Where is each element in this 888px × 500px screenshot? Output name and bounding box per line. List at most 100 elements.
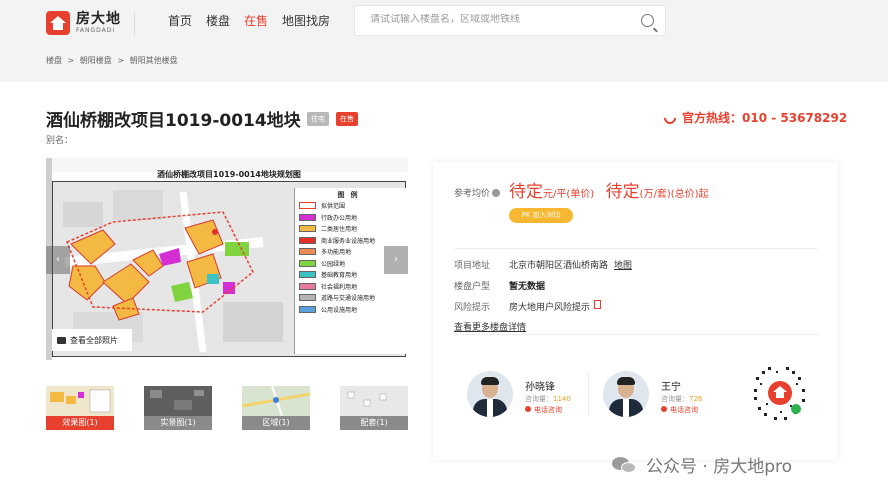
qr-code: [746, 359, 814, 427]
logo-text-cn: 房大地: [76, 11, 121, 27]
price-value: 待定元/平(单价) 待定(万/套)(总价)起: [509, 177, 709, 202]
phone-icon: [525, 406, 531, 412]
hotline[interactable]: 官方热线：010 - 53678292: [661, 109, 848, 126]
divider: [454, 248, 818, 249]
thumbnail-strip: 效果图(1) 实景图(1) 区域(1) 配套(1): [46, 385, 408, 430]
unit-price-value: 待定: [509, 182, 543, 202]
nav-map-search[interactable]: 地图找房: [282, 12, 330, 29]
document-icon[interactable]: [594, 300, 602, 309]
thumb-label: 区域(1): [242, 416, 310, 430]
risk-value[interactable]: 房大地用户风险提示: [509, 300, 590, 313]
breadcrumb-chaoyang[interactable]: 朝阳楼盘: [80, 56, 112, 65]
project-title: 酒仙桥棚改项目1019-0014地块: [46, 111, 301, 131]
legend-item: 社会福利用地: [295, 281, 406, 293]
status-badge: 在售: [336, 112, 358, 126]
more-details-link[interactable]: 查看更多楼盘详情: [454, 320, 526, 333]
qr-code-art: [748, 361, 812, 425]
legend-swatch: [299, 271, 316, 279]
breadcrumb-properties[interactable]: 楼盘: [46, 56, 62, 65]
thumb-image: [241, 385, 311, 417]
layout-row: 楼盘户型 暂无数据: [454, 279, 545, 292]
breadcrumb: 楼盘 > 朝阳楼盘 > 朝阳其他楼盘: [46, 55, 181, 66]
wechat-icon: [612, 455, 638, 475]
view-all-photos-label: 查看全部照片: [70, 335, 118, 345]
legend-item: 行政办公用地: [295, 212, 406, 224]
wechat-watermark: 公众号 · 房大地pro: [612, 452, 792, 477]
thumb-image: [144, 386, 212, 416]
legend-item: 公用设施用地: [295, 304, 406, 316]
search-input[interactable]: [370, 14, 630, 25]
address-row: 项目地址 北京市朝阳区酒仙桥南路 地图: [454, 258, 632, 271]
phone-icon: [661, 406, 667, 412]
thumb-area[interactable]: 区域(1): [241, 385, 311, 430]
legend-swatch: [299, 259, 316, 267]
nav-home[interactable]: 首页: [168, 12, 192, 29]
thumb-rendering-art: [50, 389, 111, 413]
layout-value: 暂无数据: [509, 282, 546, 292]
photo-icon: [57, 336, 66, 344]
nav-on-sale[interactable]: 在售: [244, 12, 268, 29]
legend-label: 基础教育用地: [321, 272, 358, 280]
agent-consult-count: 咨询量：726: [661, 395, 703, 403]
agent-call-button[interactable]: 电话咨询: [525, 405, 562, 415]
legend-label: 多功能用地: [321, 249, 352, 257]
agent-call-button[interactable]: 电话咨询: [661, 405, 698, 415]
search-box: [354, 5, 666, 36]
watermark-text: 公众号 · 房大地pro: [646, 457, 793, 477]
view-all-photos-button[interactable]: 查看全部照片: [52, 329, 132, 351]
total-price-value: 待定: [605, 182, 640, 202]
add-to-compare-button[interactable]: PK 加入对比: [509, 208, 573, 223]
legend-swatch: [299, 305, 316, 313]
thumb-facilities-art: [347, 391, 387, 407]
address-value: 北京市朝阳区酒仙桥南路: [509, 261, 609, 271]
search-icon[interactable]: [641, 14, 654, 27]
breadcrumb-separator: >: [67, 56, 75, 65]
thumb-label: 效果图(1): [46, 416, 114, 430]
legend-swatch: [299, 236, 316, 244]
thumb-image: [340, 386, 408, 416]
thumb-area-art: [241, 385, 311, 417]
price-label: 参考均价: [454, 186, 501, 199]
phone-icon: [661, 109, 679, 126]
thumb-label: 配套(1): [340, 416, 408, 430]
breadcrumb-separator: >: [117, 56, 125, 65]
logo-house-icon: [46, 11, 70, 35]
thumb-facilities[interactable]: 配套(1): [340, 386, 408, 430]
logo-divider: [134, 12, 135, 36]
legend-label: 二类居住用地: [321, 226, 358, 234]
main-nav: 首页 楼盘 在售 地图找房: [168, 12, 344, 29]
thumb-rendering[interactable]: 效果图(1): [46, 386, 114, 430]
gallery-next-button[interactable]: ›: [384, 246, 408, 274]
legend-swatch: [299, 282, 316, 290]
thumb-label: 实景图(1): [144, 416, 212, 430]
risk-key: 风险提示: [454, 303, 491, 313]
property-type-badge: 住宅: [307, 112, 329, 126]
legend-label: 行政办公用地: [321, 214, 358, 222]
hotline-text: 官方热线：010 - 53678292: [682, 111, 848, 125]
unit-price-unit: 元/平(单价): [543, 189, 595, 200]
legend-swatch: [299, 294, 316, 302]
gallery-prev-button[interactable]: ‹: [46, 246, 70, 274]
help-icon[interactable]: [492, 189, 501, 197]
agent-avatar: [603, 371, 649, 417]
legend-title: 图例: [337, 191, 364, 199]
nav-properties[interactable]: 楼盘: [206, 12, 230, 29]
legend-item: 商业服务业设施用地: [295, 235, 406, 247]
info-panel: 参考均价 待定元/平(单价) 待定(万/套)(总价)起 PK 加入对比 项目地址…: [433, 162, 838, 460]
agent-avatar: [467, 371, 513, 417]
site-logo[interactable]: 房大地 FANGDADI: [46, 11, 121, 35]
thumb-real-photo[interactable]: 实景图(1): [144, 386, 212, 430]
price-label-text: 参考均价: [454, 189, 491, 199]
agent-name: 孙晓锋: [525, 382, 555, 393]
address-key: 项目地址: [454, 261, 491, 271]
project-alias: 别名：: [46, 136, 74, 146]
layout-key: 楼盘户型: [454, 282, 491, 292]
legend-item: 道路与交通设施用地: [295, 292, 406, 304]
breadcrumb-chaoyang-other[interactable]: 朝阳其他楼盘: [130, 56, 178, 65]
legend-label: 社会福利用地: [321, 283, 358, 291]
map-link[interactable]: 地图: [614, 258, 632, 271]
thumb-image: [46, 386, 114, 416]
legend-swatch: [299, 213, 316, 221]
legend-label: 商业服务业设施用地: [321, 237, 376, 245]
agent-consult-count: 咨询量：1140: [525, 395, 571, 403]
